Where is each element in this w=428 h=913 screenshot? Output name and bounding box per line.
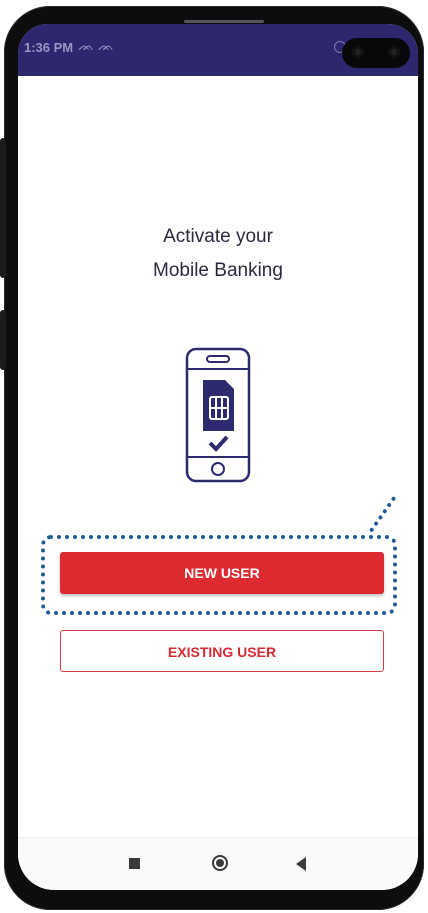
earpiece <box>184 20 264 23</box>
volume-button <box>0 310 6 370</box>
power-button <box>0 138 6 278</box>
status-bar: 1:36 PM ᨏ ᨏ <box>18 24 418 76</box>
camera-lens-icon <box>352 46 364 58</box>
app-screen: 1:36 PM ᨏ ᨏ Activate your Mobile Banking… <box>18 24 418 890</box>
recents-square-icon[interactable] <box>129 858 140 869</box>
notification-icons: ᨏ ᨏ <box>78 38 115 53</box>
phone-sim-verified-icon <box>185 347 251 483</box>
back-triangle-icon[interactable] <box>296 857 306 871</box>
front-camera <box>342 38 410 68</box>
system-nav-bar <box>18 837 418 890</box>
highlight-callout <box>41 535 397 615</box>
existing-user-button[interactable]: EXISTING USER <box>60 630 384 672</box>
page-title-line1: Activate your <box>163 226 273 247</box>
home-circle-icon[interactable] <box>212 855 228 871</box>
camera-lens-icon <box>388 46 400 58</box>
status-time: 1:36 PM <box>24 40 74 55</box>
page-title-line2: Mobile Banking <box>153 260 283 281</box>
